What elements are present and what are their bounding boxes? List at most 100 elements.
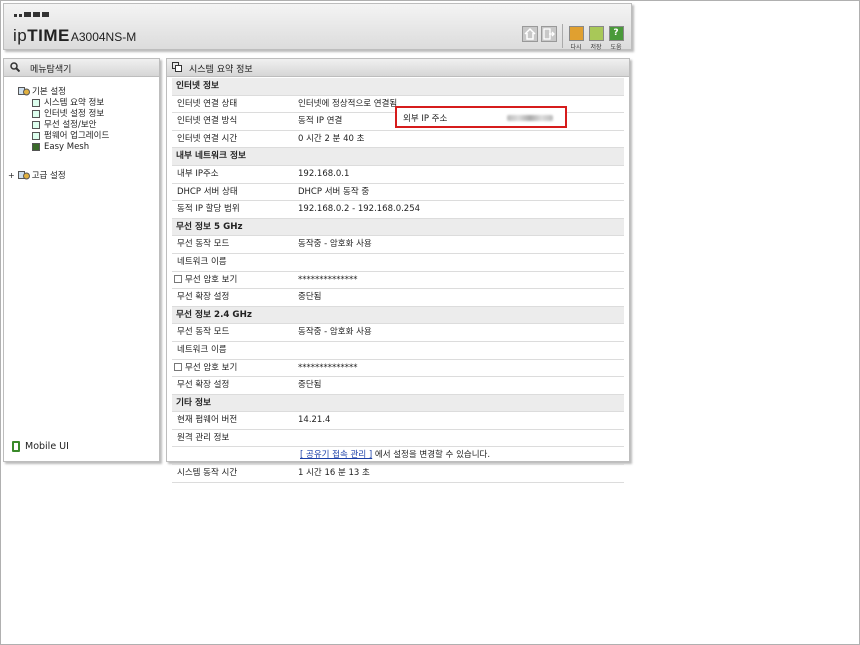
row-label: 네트워크 이름 [177, 256, 227, 267]
row-system-uptime: 시스템 동작 시간 1 시간 16 분 13 초 [172, 465, 624, 483]
remote-note-text: 에서 설정을 변경할 수 있습니다. [372, 450, 491, 461]
tree-item-firmware-upgrade[interactable]: 펌웨어 업그레이드 [4, 131, 159, 142]
window-icon [172, 62, 182, 72]
save-button[interactable]: 저장 [585, 26, 607, 51]
section-title: 무선 정보 2.4 GHz [176, 309, 252, 320]
row-label: 현재 펌웨어 버전 [177, 415, 238, 426]
help-button[interactable]: ? 도움 [605, 26, 627, 51]
main-header: 시스템 요약 정보 [167, 59, 629, 77]
show-password-checkbox-24ghz[interactable] [174, 363, 182, 371]
row-dhcp-status: DHCP 서버 상태 DHCP 서버 동작 중 [172, 184, 624, 202]
row-remote-management: 원격 관리 정보 [172, 430, 624, 448]
page-icon [32, 109, 40, 118]
row-label: 동적 IP 할당 범위 [177, 204, 240, 215]
tree-advanced-settings[interactable]: + 고급 설정 [4, 170, 159, 181]
mesh-icon [32, 142, 40, 151]
row-value: 중단됨 [298, 380, 322, 391]
row-wifi5-password: 무선 암호 보기 ************** [172, 272, 624, 290]
row-value: 동작중 - 암호화 사용 [298, 327, 372, 338]
header-bar: ipTIMEA3004NS-M 다시 저장 ? 도움 [3, 3, 632, 51]
mobile-ui-link[interactable]: Mobile UI [12, 441, 69, 452]
row-wifi5-ssid: 네트워크 이름 [172, 254, 624, 272]
row-value: 동작중 - 암호화 사용 [298, 239, 372, 250]
brand-prefix: ip [13, 26, 28, 45]
row-value: 1 시간 16 분 13 초 [298, 468, 370, 479]
row-label: 무선 암호 보기 [185, 274, 238, 285]
sidebar-title: 메뉴탐색기 [30, 65, 72, 75]
logout-icon[interactable] [541, 26, 557, 42]
tree-item-label: Easy Mesh [44, 142, 90, 152]
save-label: 저장 [590, 44, 602, 51]
row-dhcp-range: 동적 IP 할당 범위 192.168.0.2 - 192.168.0.254 [172, 201, 624, 219]
brand-title: ipTIMEA3004NS-M [13, 26, 136, 46]
home-icon[interactable] [522, 26, 538, 42]
external-ip-label: 외부 IP 주소 [403, 114, 448, 124]
row-value: 중단됨 [298, 292, 322, 303]
row-label: 네트워크 이름 [177, 344, 227, 355]
row-value: ************** [298, 362, 358, 373]
tree-item-label: 무선 설정/보안 [44, 120, 97, 130]
row-label: DHCP 서버 상태 [177, 186, 238, 197]
search-icon [10, 62, 20, 72]
show-password-checkbox-5ghz[interactable] [174, 275, 182, 284]
model-name: A3004NS-M [70, 30, 137, 44]
external-ip-value-redacted [507, 115, 553, 121]
row-label: 시스템 동작 시간 [177, 468, 238, 479]
section-title: 무선 정보 5 GHz [176, 221, 243, 232]
row-label: 원격 관리 정보 [177, 432, 230, 443]
reload-icon [568, 26, 584, 41]
tree-basic-label: 기본 설정 [32, 87, 66, 97]
row-connection-time: 인터넷 연결 시간 0 시간 2 분 40 초 [172, 131, 624, 149]
section-title: 내부 네트워크 정보 [176, 151, 246, 162]
sidebar-header: 메뉴탐색기 [4, 59, 159, 77]
section-lan: 내부 네트워크 정보 [172, 148, 624, 166]
external-ip-box: 외부 IP 주소 [395, 106, 567, 128]
section-wifi-5ghz: 무선 정보 5 GHz [172, 218, 624, 237]
row-label: 인터넷 연결 시간 [177, 133, 238, 144]
row-wifi24-mode: 무선 동작 모드 동작중 - 암호화 사용 [172, 324, 624, 342]
save-icon [588, 26, 604, 41]
row-value: 동적 IP 연결 [298, 116, 343, 127]
gear-folder-icon [18, 87, 30, 96]
reload-button[interactable]: 다시 [565, 26, 587, 51]
tree-item-easy-mesh[interactable]: Easy Mesh [4, 142, 159, 153]
row-value: 192.168.0.2 - 192.168.0.254 [298, 204, 421, 215]
row-value: 14.21.4 [298, 415, 331, 426]
page-icon [32, 120, 40, 129]
section-title: 기타 정보 [176, 397, 211, 408]
tree-item-label: 시스템 요약 정보 [44, 98, 105, 108]
row-firmware-version: 현재 펌웨어 버전 14.21.4 [172, 412, 624, 430]
help-icon: ? [608, 26, 624, 41]
row-wifi5-mode: 무선 동작 모드 동작중 - 암호화 사용 [172, 236, 624, 254]
row-wifi24-extension: 무선 확장 설정 중단됨 [172, 377, 624, 395]
menu-explorer: 메뉴탐색기 기본 설정 시스템 요약 정보 인터넷 설정 정보 무선 설정/보안… [3, 58, 160, 462]
row-label: 무선 확장 설정 [177, 380, 230, 391]
help-label: 도움 [610, 44, 622, 51]
gear-folder-icon [17, 171, 30, 180]
tree-advanced-label: 고급 설정 [31, 171, 66, 181]
row-wifi24-ssid: 네트워크 이름 [172, 342, 624, 360]
row-label: 인터넷 연결 방식 [177, 116, 238, 127]
row-label: 무선 동작 모드 [177, 327, 230, 338]
tree-item-system-summary[interactable]: 시스템 요약 정보 [4, 98, 159, 109]
section-internet: 인터넷 정보 [172, 78, 624, 96]
row-wifi24-password: 무선 암호 보기 ************** [172, 360, 624, 378]
row-label: 인터넷 연결 상태 [177, 98, 238, 109]
row-label: 무선 암호 보기 [185, 362, 238, 373]
brand-logo-dots [14, 12, 49, 17]
section-title: 인터넷 정보 [176, 81, 219, 91]
tree-basic-settings[interactable]: 기본 설정 [4, 87, 159, 98]
row-remote-management-note: [ 공유기 접속 관리 ] 에서 설정을 변경할 수 있습니다. [172, 447, 624, 466]
tree-item-internet-settings[interactable]: 인터넷 설정 정보 [4, 109, 159, 120]
row-lan-ip: 내부 IP주소 192.168.0.1 [172, 166, 624, 184]
tree-item-label: 펌웨어 업그레이드 [44, 131, 110, 141]
mobile-icon [12, 441, 20, 452]
page-icon [32, 98, 40, 107]
mobile-ui-label: Mobile UI [25, 441, 69, 452]
tree-item-wireless-security[interactable]: 무선 설정/보안 [4, 120, 159, 131]
section-wifi-24ghz: 무선 정보 2.4 GHz [172, 306, 624, 325]
expand-plus-icon[interactable]: + [8, 171, 15, 180]
row-value: 인터넷에 정상적으로 연결됨 [298, 98, 398, 109]
reload-label: 다시 [570, 44, 582, 51]
router-access-management-link[interactable]: [ 공유기 접속 관리 ] [300, 450, 372, 460]
